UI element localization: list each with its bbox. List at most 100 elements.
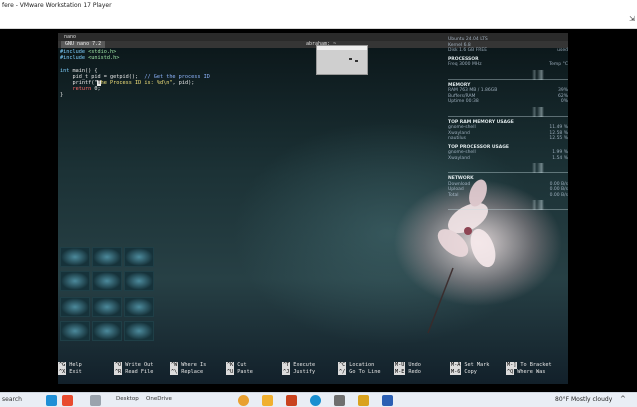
monitor-row: Disk 1.6 GB FREE used xyxy=(448,48,568,54)
shortcut-item[interactable]: M-6 Copy xyxy=(450,368,477,375)
thumbnail[interactable] xyxy=(60,247,90,267)
monitor-label: nautilus xyxy=(448,136,466,141)
shortcut-key: ^\ xyxy=(170,368,179,375)
shortcut-group: M-] To Bracket ^Q Where Was xyxy=(506,362,552,375)
thumbnail[interactable] xyxy=(124,321,154,341)
shortcut-key: ^Q xyxy=(506,368,515,375)
shortcut-label: Exit xyxy=(69,368,82,375)
powerpoint-icon[interactable] xyxy=(286,395,297,406)
weather-widget[interactable]: 80°F Mostly cloudy xyxy=(555,396,612,403)
screenshot-thumbnail xyxy=(316,45,368,75)
shortcut-item[interactable]: M-E Redo xyxy=(394,368,421,375)
monitor-graph xyxy=(448,200,568,210)
file-explorer-icon[interactable] xyxy=(262,395,273,406)
shortcut-key: ^R xyxy=(114,368,123,375)
code-token: printf(" xyxy=(60,80,98,87)
thumbnail[interactable] xyxy=(124,271,154,291)
monitor-row: Uptime 00:38 0% xyxy=(448,99,568,105)
vm-screen[interactable]: nano GNU nano 7.2 abraham: ~ #include <s… xyxy=(0,29,637,388)
shortcut-key: ^/ xyxy=(338,368,347,375)
shortcut-item[interactable]: ^R Read File xyxy=(114,368,154,375)
shortcut-key: M-6 xyxy=(450,368,462,375)
shortcut-group: ^C Location ^/Go To Line xyxy=(338,362,380,375)
monitor-graph xyxy=(448,69,568,80)
shortcut-label: Go To Line xyxy=(349,368,381,375)
host-toolbar: ⇲ xyxy=(0,12,637,29)
thumbnail[interactable] xyxy=(92,271,122,291)
shortcut-key: M-E xyxy=(394,368,406,375)
monitor-value: 12.55 % xyxy=(549,136,568,141)
thumbnail[interactable] xyxy=(92,247,122,267)
system-monitor-widget: Ubuntu 24.04 LTS Kernel 6.8 Disk 1.6 GB FR… xyxy=(448,37,568,212)
onedrive-label[interactable]: OneDrive xyxy=(146,396,172,402)
code-token: return xyxy=(72,86,92,93)
shortcut-label: Where Was xyxy=(517,368,546,375)
desktop-label[interactable]: Desktop xyxy=(116,396,139,402)
monitor-label: Freq 3000 MHz xyxy=(448,62,482,67)
resize-icon[interactable]: ⇲ xyxy=(629,15,635,23)
host-taskbar: search Desktop OneDrive 80°F Mostly clou… xyxy=(0,392,637,407)
chrome-icon[interactable] xyxy=(238,395,249,406)
code-token: #include xyxy=(60,55,89,62)
shortcut-group: ^G Help ^X Exit xyxy=(58,362,82,375)
thumbnail[interactable] xyxy=(92,297,122,317)
shortcut-group: M-A Set Mark M-6 Copy xyxy=(450,362,489,375)
code-line[interactable]: } xyxy=(60,92,210,98)
shortcut-item[interactable]: ^\ Replace xyxy=(170,368,204,375)
shortcut-key: ^U xyxy=(226,368,235,375)
thumbnail[interactable] xyxy=(60,297,90,317)
tray-chevron-icon[interactable]: ^ xyxy=(620,395,626,403)
shortcut-item[interactable]: ^Q Where Was xyxy=(506,368,546,375)
thumbnail[interactable] xyxy=(92,321,122,341)
app-icon[interactable] xyxy=(62,395,73,406)
thumbnail[interactable] xyxy=(124,247,154,267)
shortcut-key: ^J xyxy=(282,368,291,375)
edge-icon[interactable] xyxy=(310,395,321,406)
code-token: he Process ID is: %d\n" xyxy=(100,80,173,87)
shortcut-label: Replace xyxy=(181,368,204,375)
monitor-label: Total xyxy=(448,192,459,198)
code-token: main() { xyxy=(69,67,98,74)
thumbnail[interactable] xyxy=(60,321,90,341)
monitor-graph xyxy=(448,106,568,117)
shortcut-group: ^T Execute ^J Justify xyxy=(282,362,315,375)
thumbnail[interactable] xyxy=(60,271,90,291)
code-editor[interactable]: #include <stdio.h> #include <unistd.h> in… xyxy=(60,49,210,99)
code-token: // Get the process ID xyxy=(144,73,210,80)
shortcut-item[interactable]: ^U Paste xyxy=(226,368,253,375)
search-box[interactable]: search xyxy=(2,396,22,403)
shortcut-item[interactable]: ^/Go To Line xyxy=(338,368,381,375)
workspace-thumbnails xyxy=(58,247,158,357)
shortcut-group: M-U Undo M-E Redo xyxy=(394,362,421,375)
monitor-value: 1.54 % xyxy=(552,155,568,161)
code-token: , pid); xyxy=(172,80,195,87)
shortcut-group: ^K Cut ^U Paste xyxy=(226,362,253,375)
shortcut-item[interactable]: ^J Justify xyxy=(282,368,316,375)
code-token: <unistd.h> xyxy=(88,55,120,62)
shortcut-label: Redo xyxy=(408,368,421,375)
shortcut-group: ^W Where Is ^\ Replace xyxy=(170,362,206,375)
shortcut-label: Paste xyxy=(237,368,253,375)
monitor-label: Xwayland xyxy=(448,155,470,161)
thumbnail[interactable] xyxy=(124,297,154,317)
monitor-label: Uptime 00:38 xyxy=(448,99,479,104)
task-view-icon[interactable] xyxy=(90,395,101,406)
monitor-value: used xyxy=(557,48,568,53)
monitor-row: Freq 3000 MHz Temp °C xyxy=(448,62,568,68)
shortcut-label: Justify xyxy=(293,368,316,375)
code-token: int xyxy=(60,67,70,74)
app-icon[interactable] xyxy=(46,395,57,406)
monitor-value: Temp °C xyxy=(549,62,568,67)
word-icon[interactable] xyxy=(382,395,393,406)
vscode-icon[interactable] xyxy=(358,395,369,406)
shortcut-label: Read File xyxy=(125,368,154,375)
monitor-row: Total 0.00 B/s xyxy=(448,193,568,199)
terminal-tab[interactable]: GNU nano 7.2 xyxy=(61,41,106,48)
code-token: 0; xyxy=(91,86,101,93)
monitor-row: nautilus 12.55 % xyxy=(448,136,568,142)
monitor-row: Xwayland 1.54 % xyxy=(448,156,568,162)
monitor-value: 0% xyxy=(560,99,568,104)
shortcut-label: Copy xyxy=(464,368,477,375)
vmware-icon[interactable] xyxy=(334,395,345,406)
shortcut-item[interactable]: ^X Exit xyxy=(58,368,82,375)
